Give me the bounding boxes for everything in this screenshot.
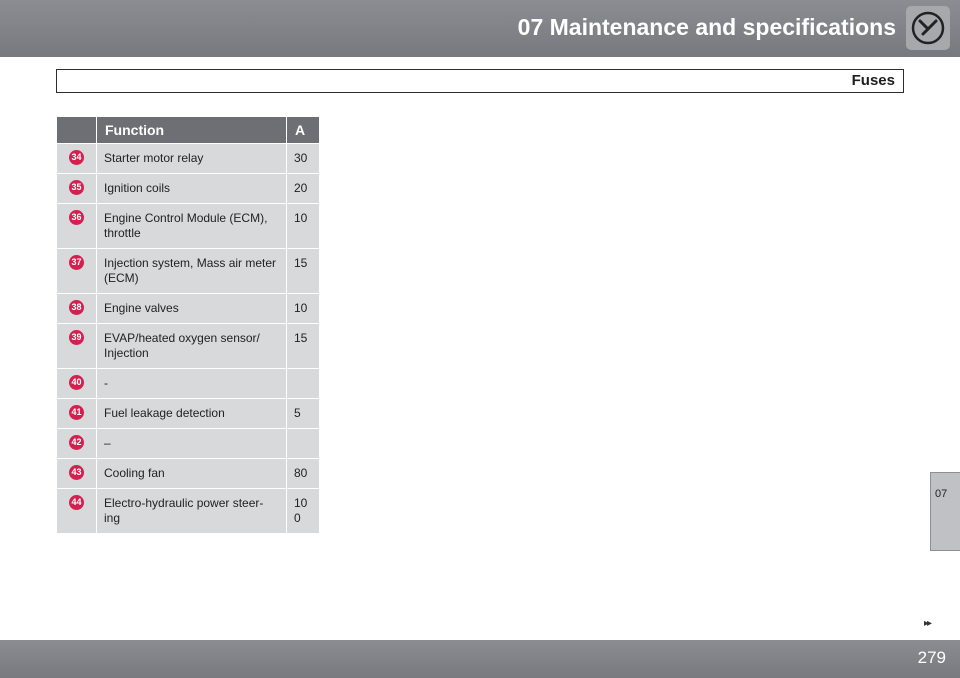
fuse-number-badge: 37	[69, 255, 84, 270]
table-row: 41 Fuel leakage detection 5	[56, 398, 320, 429]
function-cell: Engine valves	[96, 293, 287, 324]
chapter-tab[interactable]: 07	[930, 472, 960, 551]
function-cell: -	[96, 368, 287, 399]
fuse-number-badge: 44	[69, 495, 84, 510]
fuse-number-badge: 43	[69, 465, 84, 480]
amps-cell	[286, 428, 320, 459]
column-header-amps: A	[286, 116, 320, 144]
page-footer: 279	[0, 640, 960, 678]
amps-cell: 15	[286, 248, 320, 294]
table-row: 38 Engine valves 10	[56, 293, 320, 324]
table-row: 36 Engine Control Module (ECM), throttle…	[56, 203, 320, 249]
fuse-number-badge: 35	[69, 180, 84, 195]
section-title: Fuses	[851, 72, 895, 89]
amps-cell: 10	[286, 293, 320, 324]
function-cell: Fuel leakage detection	[96, 398, 287, 429]
function-cell: Engine Control Module (ECM), throttle	[96, 203, 287, 249]
table-row: 43 Cooling fan 80	[56, 458, 320, 489]
fuse-table: Function A 34 Starter motor relay 30 35 …	[56, 116, 320, 534]
amps-cell: 20	[286, 173, 320, 204]
column-header-function: Function	[96, 116, 287, 144]
column-header-number	[56, 116, 97, 144]
table-row: 42 –	[56, 428, 320, 459]
fuse-number-badge: 41	[69, 405, 84, 420]
fuse-number-badge: 34	[69, 150, 84, 165]
function-cell: –	[96, 428, 287, 459]
chapter-title: 07 Maintenance and specifications	[517, 14, 896, 40]
amps-cell: 10	[286, 203, 320, 249]
table-row: 34 Starter motor relay 30	[56, 143, 320, 174]
table-row: 39 EVAP/heated oxygen sensor/ Injection …	[56, 323, 320, 369]
section-bar: Fuses	[56, 69, 904, 93]
function-cell: Electro-hydraulic power steer-ing	[96, 488, 287, 534]
function-cell: Cooling fan	[96, 458, 287, 489]
table-header-row: Function A	[56, 116, 320, 144]
fuse-number-badge: 39	[69, 330, 84, 345]
amps-cell: 30	[286, 143, 320, 174]
page-number: 279	[917, 648, 946, 667]
wrench-icon	[906, 6, 950, 50]
page-header: 07 Maintenance and specifications	[0, 0, 960, 57]
fuse-number-badge: 40	[69, 375, 84, 390]
amps-cell: 15	[286, 323, 320, 369]
next-page-arrow-icon[interactable]: ▸▸	[924, 618, 932, 629]
function-cell: Injection system, Mass air meter (ECM)	[96, 248, 287, 294]
amps-cell: 5	[286, 398, 320, 429]
table-row: 44 Electro-hydraulic power steer-ing 100	[56, 488, 320, 534]
function-cell: Starter motor relay	[96, 143, 287, 174]
fuse-number-badge: 36	[69, 210, 84, 225]
amps-cell: 100	[286, 488, 320, 534]
table-row: 35 Ignition coils 20	[56, 173, 320, 204]
amps-cell: 80	[286, 458, 320, 489]
amps-cell	[286, 368, 320, 399]
function-cell: Ignition coils	[96, 173, 287, 204]
table-row: 40 -	[56, 368, 320, 399]
chapter-tab-label: 07	[935, 488, 948, 500]
fuse-number-badge: 38	[69, 300, 84, 315]
table-row: 37 Injection system, Mass air meter (ECM…	[56, 248, 320, 294]
function-cell: EVAP/heated oxygen sensor/ Injection	[96, 323, 287, 369]
fuse-number-badge: 42	[69, 435, 84, 450]
